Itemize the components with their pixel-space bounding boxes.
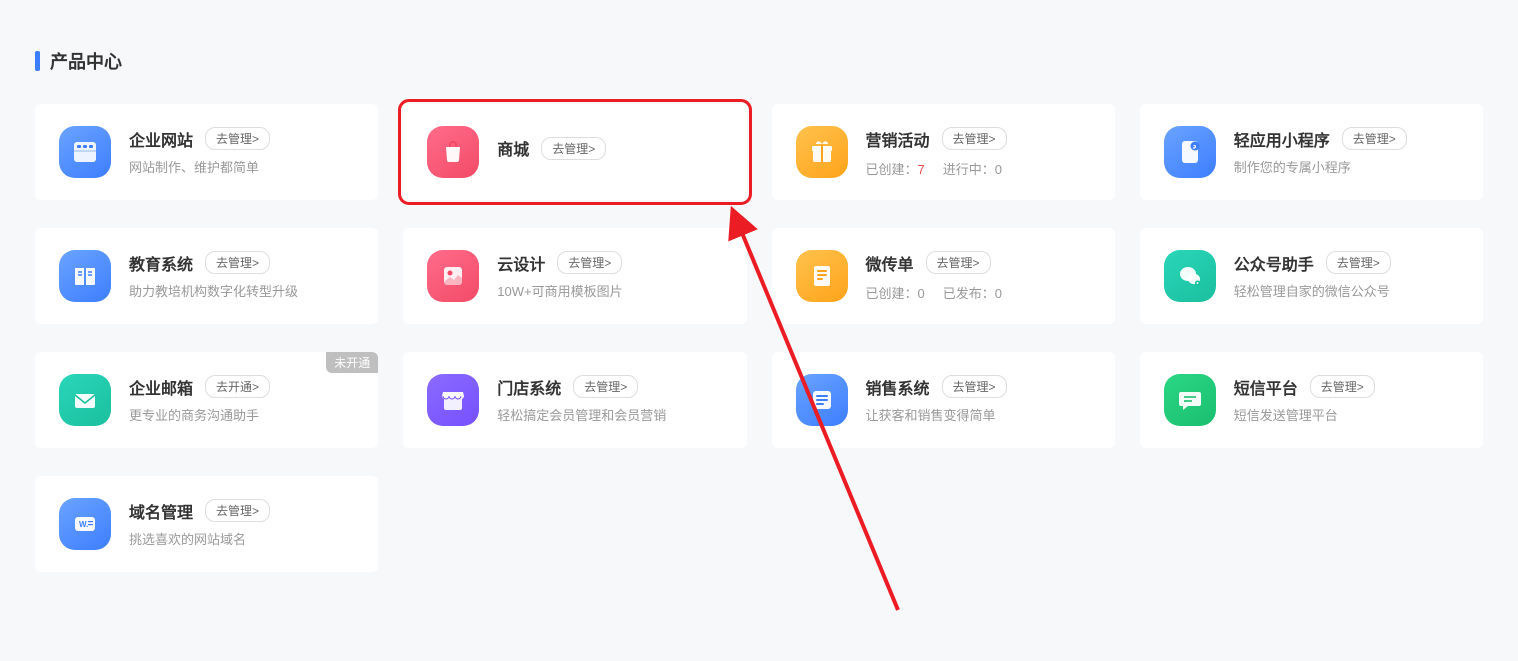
- status-badge: 未开通: [326, 352, 378, 373]
- bag-icon: [427, 126, 479, 178]
- card-title: 轻应用小程序: [1234, 127, 1330, 151]
- product-card[interactable]: 域名管理去管理> 挑选喜欢的网站域名: [35, 476, 378, 572]
- miniapp-icon: [1164, 126, 1216, 178]
- gift-icon: [796, 126, 848, 178]
- mail-icon: [59, 374, 111, 426]
- section-header: 产品中心: [35, 48, 1483, 74]
- manage-button[interactable]: 去管理>: [573, 375, 638, 398]
- card-subtitle: 挑选喜欢的网站域名: [129, 531, 354, 549]
- card-subtitle: 轻松管理自家的微信公众号: [1234, 283, 1459, 301]
- manage-button[interactable]: 去管理>: [557, 251, 622, 274]
- manage-button[interactable]: 去管理>: [926, 251, 991, 274]
- sms-icon: [1164, 374, 1216, 426]
- card-title: 商城: [497, 136, 529, 160]
- product-card[interactable]: 短信平台去管理> 短信发送管理平台: [1140, 352, 1483, 448]
- open-button[interactable]: 去开通>: [205, 375, 270, 398]
- manage-button[interactable]: 去管理>: [205, 251, 270, 274]
- wechat-icon: [1164, 250, 1216, 302]
- manage-button[interactable]: 去管理>: [541, 137, 606, 160]
- card-title: 短信平台: [1234, 375, 1298, 399]
- product-grid: 企业网站去管理>网站制作、维护都简单商城去管理>营销活动去管理>已创建：7进行中…: [35, 104, 1483, 572]
- product-card[interactable]: 未开通企业邮箱去开通> 更专业的商务沟通助手: [35, 352, 378, 448]
- card-title: 域名管理: [129, 499, 193, 523]
- card-subtitle: 让获客和销售变得简单: [866, 407, 1091, 425]
- product-card[interactable]: 微传单去管理>已创建：0 已发布：0: [772, 228, 1115, 324]
- manage-button[interactable]: 去管理>: [205, 499, 270, 522]
- product-card[interactable]: 轻应用小程序去管理> 制作您的专属小程序: [1140, 104, 1483, 200]
- manage-button[interactable]: 去管理>: [1342, 127, 1407, 150]
- product-card[interactable]: 销售系统去管理> 让获客和销售变得简单: [772, 352, 1115, 448]
- stat-item: 已创建：7: [866, 159, 925, 178]
- card-title: 云设计: [497, 251, 545, 275]
- product-card[interactable]: 云设计去管理> 10W+可商用模板图片: [403, 228, 746, 324]
- card-title: 企业网站: [129, 127, 193, 151]
- card-subtitle: 10W+可商用模板图片: [497, 283, 722, 301]
- product-card[interactable]: 营销活动去管理> 已创建：7 进行中：0: [772, 104, 1115, 200]
- card-subtitle: 更专业的商务沟通助手: [129, 407, 354, 425]
- manage-button[interactable]: 去管理>: [1326, 251, 1391, 274]
- card-title: 门店系统: [497, 375, 561, 399]
- section-accent-bar: [35, 51, 40, 71]
- card-subtitle: 网站制作、维护都简单: [129, 159, 354, 177]
- section-title: 产品中心: [50, 48, 122, 74]
- list-icon: [796, 374, 848, 426]
- manage-button[interactable]: 去管理>: [942, 127, 1007, 150]
- stat-item: 已发布：0: [943, 283, 1002, 302]
- product-card[interactable]: 公众号助手去管理> 轻松管理自家的微信公众号: [1140, 228, 1483, 324]
- manage-button[interactable]: 去管理>: [1310, 375, 1375, 398]
- card-subtitle: 轻松搞定会员管理和会员营销: [497, 407, 722, 425]
- stat-item: 进行中：0: [943, 159, 1002, 178]
- manage-button[interactable]: 去管理>: [942, 375, 1007, 398]
- domain-icon: [59, 498, 111, 550]
- card-title: 营销活动: [866, 127, 930, 151]
- card-title: 教育系统: [129, 251, 193, 275]
- card-title: 公众号助手: [1234, 251, 1314, 275]
- card-title: 销售系统: [866, 375, 930, 399]
- product-card[interactable]: 教育系统去管理> 助力教培机构数字化转型升级: [35, 228, 378, 324]
- card-subtitle: 短信发送管理平台: [1234, 407, 1459, 425]
- book-icon: [59, 250, 111, 302]
- manage-button[interactable]: 去管理>: [205, 127, 270, 150]
- product-card[interactable]: 门店系统去管理> 轻松搞定会员管理和会员营销: [403, 352, 746, 448]
- window-icon: [59, 126, 111, 178]
- card-subtitle: 制作您的专属小程序: [1234, 159, 1459, 177]
- product-card[interactable]: 企业网站去管理> 网站制作、维护都简单: [35, 104, 378, 200]
- card-title: 微传单: [866, 251, 914, 275]
- product-card[interactable]: 商城去管理>: [403, 104, 746, 200]
- card-subtitle: 助力教培机构数字化转型升级: [129, 283, 354, 301]
- image-icon: [427, 250, 479, 302]
- flyer-icon: [796, 250, 848, 302]
- card-title: 企业邮箱: [129, 375, 193, 399]
- store-icon: [427, 374, 479, 426]
- stat-item: 已创建：0: [866, 283, 925, 302]
